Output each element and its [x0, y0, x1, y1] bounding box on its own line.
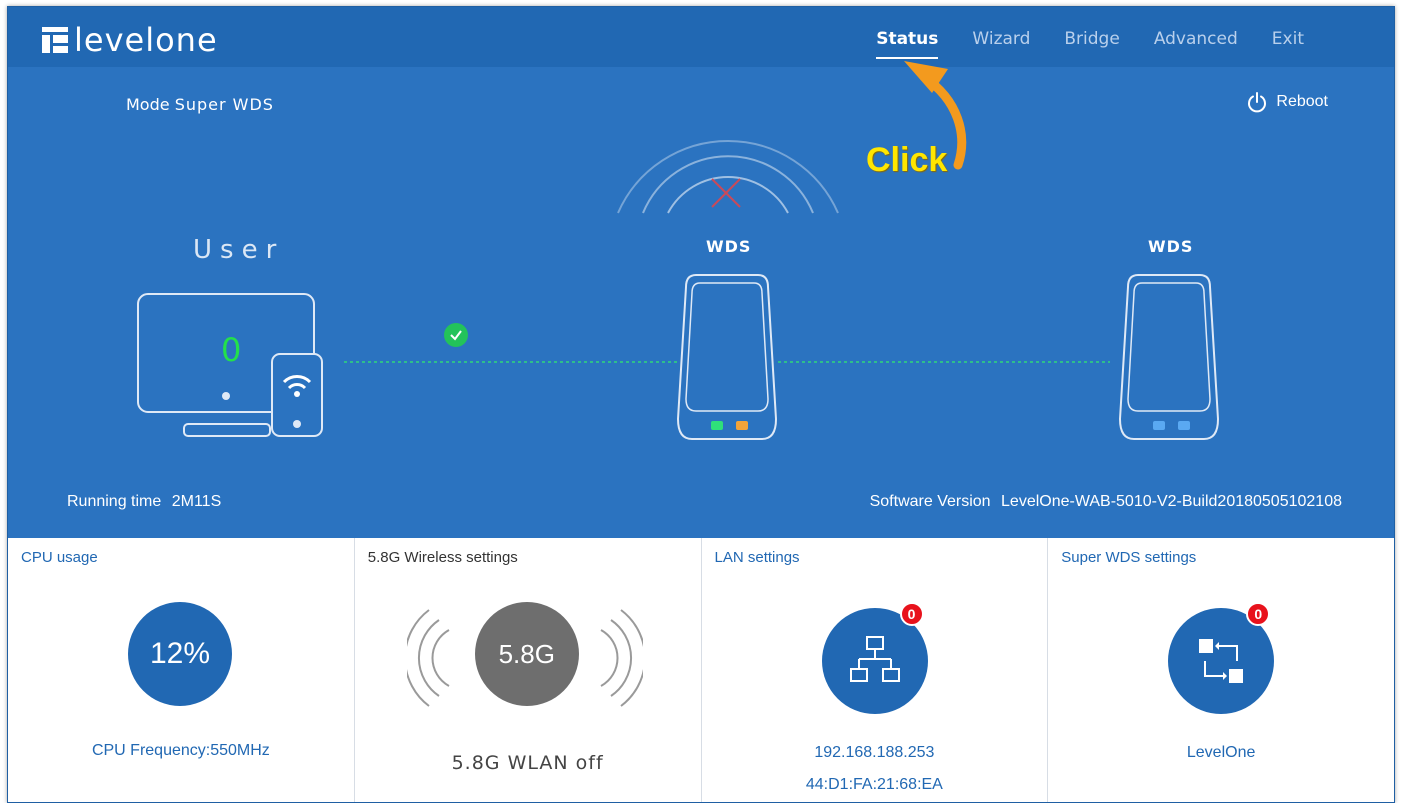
super-wds-badge: 0 — [1246, 602, 1271, 626]
nav-status[interactable]: Status — [876, 29, 939, 59]
lan-mac: 44:D1:FA:21:68:EA — [805, 776, 943, 793]
nav-bridge[interactable]: Bridge — [1064, 29, 1119, 49]
software-version-label: Software Version — [869, 493, 991, 510]
connection-ok-icon — [444, 323, 468, 347]
app-window: levelone Status Wizard Bridge Advanced E… — [7, 6, 1395, 803]
main-nav: Status Wizard Bridge Advanced Exit — [842, 29, 1304, 59]
wds-node-1-label: WDS — [706, 237, 752, 256]
levelone-logo: levelone — [42, 21, 218, 59]
wds-device-1-icon — [676, 274, 778, 440]
lan-badge: 0 — [899, 602, 924, 626]
cpu-panel-title: CPU usage — [21, 549, 98, 566]
power-icon — [1248, 92, 1267, 113]
super-wds-name: LevelOne — [1186, 744, 1256, 761]
mode-label: Mode — [126, 95, 170, 114]
wireless-status: 5.8G WLAN off — [451, 752, 604, 774]
wireless-panel[interactable]: 5.8G Wireless settings 5.8G 5.8G WLAN of… — [355, 538, 702, 802]
cpu-panel[interactable]: CPU usage 12% CPU Frequency:550MHz — [8, 538, 355, 802]
logo-mark-icon — [42, 27, 68, 53]
wds-switch-icon — [1199, 639, 1244, 683]
wireless-band-label: 5.8G — [498, 638, 555, 669]
running-time-value: 2M11S — [171, 493, 222, 510]
mode-value: Super WDS — [174, 95, 274, 114]
mode-display: Mode Super WDS — [126, 95, 274, 114]
lan-ip: 192.168.188.253 — [814, 744, 935, 761]
disconnected-x-icon — [711, 178, 741, 208]
nav-wizard[interactable]: Wizard — [972, 29, 1030, 49]
running-time-label: Running time — [67, 493, 162, 510]
network-topology-icon — [849, 636, 900, 682]
wds-device-2-icon — [1118, 274, 1220, 440]
super-wds-panel[interactable]: Super WDS settings 0 LevelOne — [1048, 538, 1394, 802]
wireless-band-circle: 5.8G — [474, 602, 579, 706]
software-version: Software Version LevelOne-WAB-5010-V2-Bu… — [870, 493, 1342, 511]
click-annotation: Click — [866, 141, 948, 179]
phone-wifi-icon — [271, 353, 323, 437]
cpu-usage-circle: 12% — [128, 602, 232, 706]
user-label: User — [193, 235, 285, 265]
top-bar: levelone Status Wizard Bridge Advanced E… — [8, 7, 1394, 67]
running-time: Running time 2M11S — [67, 493, 221, 511]
cpu-usage-value: 12% — [149, 637, 211, 670]
logo-text: levelone — [74, 21, 218, 59]
nav-exit[interactable]: Exit — [1272, 29, 1304, 49]
cpu-frequency: CPU Frequency:550MHz — [91, 742, 270, 759]
wds-node-2-label: WDS — [1148, 237, 1194, 256]
lan-panel-title: LAN settings — [714, 549, 800, 566]
user-count: 0 — [221, 331, 242, 369]
lan-panel[interactable]: LAN settings 0 192.168.188.253 44:D1:FA:… — [702, 538, 1049, 802]
software-version-value: LevelOne-WAB-5010-V2-Build20180505102108 — [1001, 493, 1342, 510]
super-wds-panel-title: Super WDS settings — [1061, 549, 1197, 566]
reboot-label: Reboot — [1276, 93, 1328, 110]
wireless-panel-title: 5.8G Wireless settings — [367, 549, 518, 566]
reboot-button[interactable]: Reboot — [1246, 91, 1328, 113]
nav-advanced[interactable]: Advanced — [1154, 29, 1238, 49]
status-panels: CPU usage 12% CPU Frequency:550MHz 5.8G … — [8, 538, 1394, 802]
